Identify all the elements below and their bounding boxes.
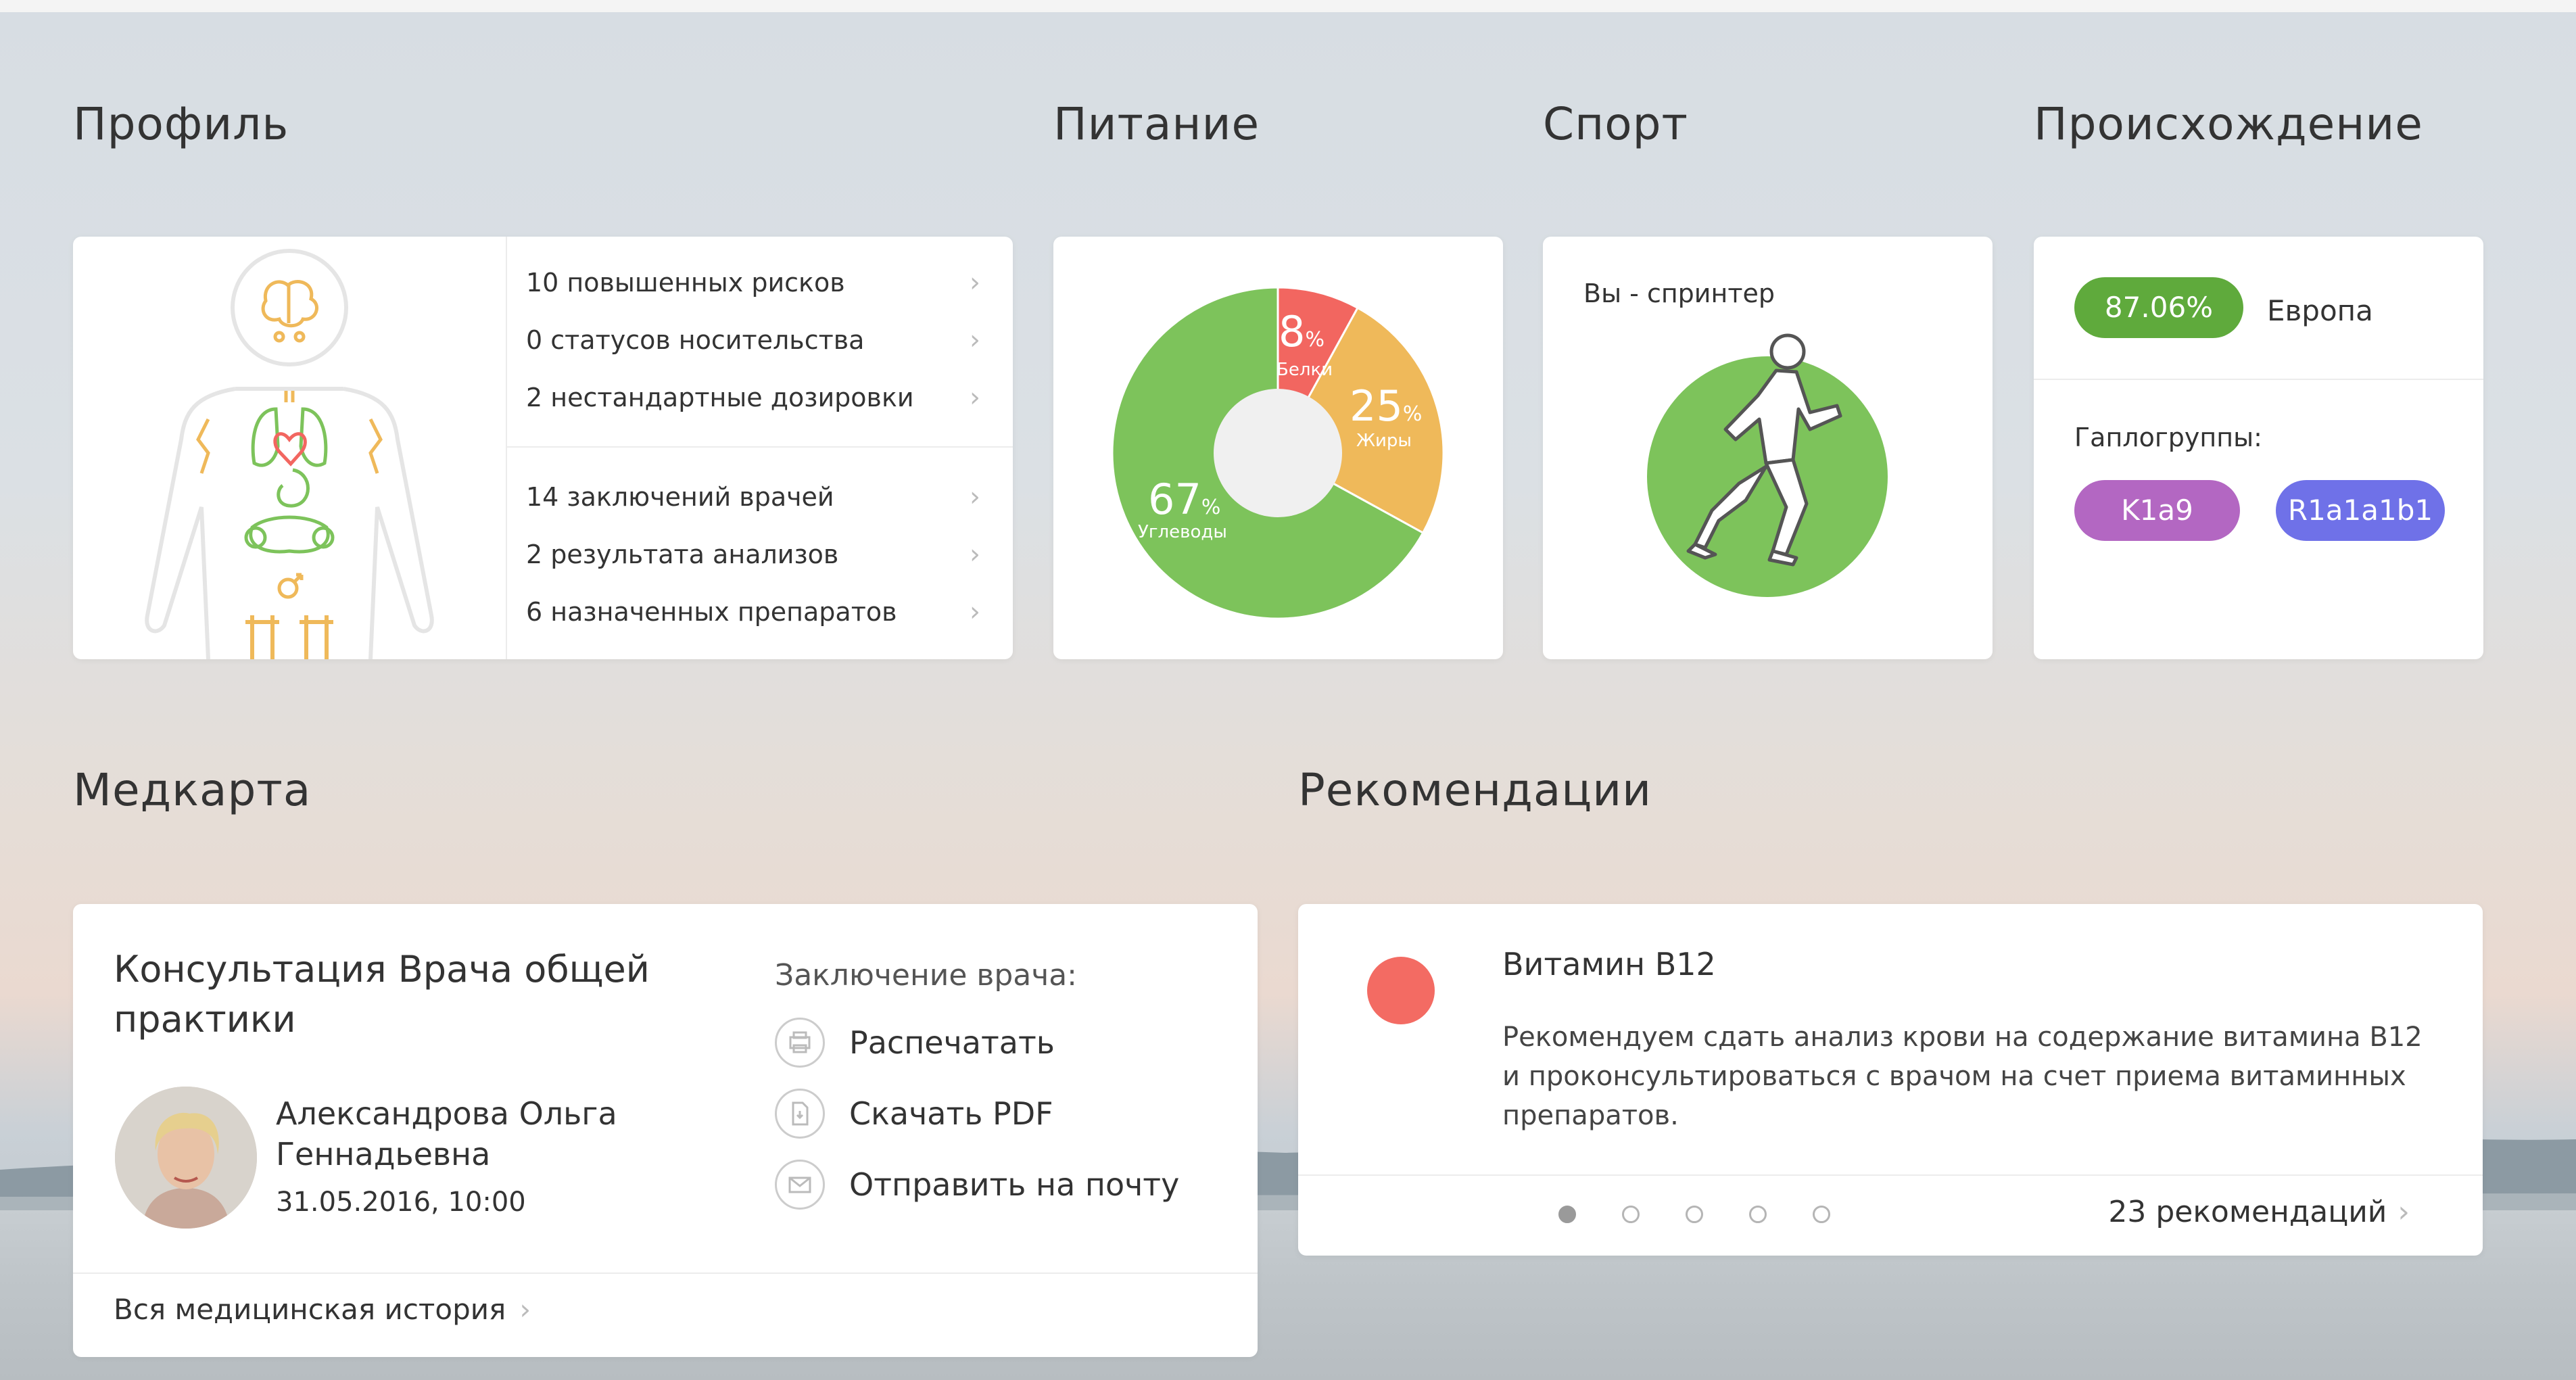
label-proteins: Белки xyxy=(1277,360,1333,380)
male-icon xyxy=(277,573,304,599)
profile-card: 10 повышенных рисков › 0 статусов носите… xyxy=(73,237,1013,659)
section-title-origin: Происхождение xyxy=(2034,98,2423,150)
donut-hole xyxy=(1214,389,1342,517)
recommendations-divider xyxy=(1298,1174,2483,1176)
section-title-nutrition: Питание xyxy=(1053,98,1260,150)
doctor-name: Александрова Ольга Геннадьевна xyxy=(276,1095,617,1172)
chevron-right-icon: › xyxy=(519,1293,531,1326)
chevron-right-icon: › xyxy=(970,325,980,356)
top-strip xyxy=(0,0,2576,12)
pager-dot-5[interactable] xyxy=(1813,1206,1830,1223)
europe-percent-badge[interactable]: 87.06% xyxy=(2074,277,2243,338)
brain-icon xyxy=(261,280,318,343)
sport-card[interactable]: Вы - спринтер xyxy=(1543,237,1993,659)
recommendations-card: Витамин B12 Рекомендуем сдать анализ кро… xyxy=(1298,904,2483,1256)
origin-card: 87.06% Европа Гаплогруппы: K1a9 R1a1a1b1 xyxy=(2034,237,2483,659)
section-title-recommendations: Рекомендации xyxy=(1298,764,1652,816)
consultation-title[interactable]: Консультация Врача общей практики xyxy=(114,945,722,1045)
digestive-icon xyxy=(244,468,335,554)
chevron-right-icon: › xyxy=(2398,1195,2410,1229)
profile-link-doctor-reports[interactable]: 14 заключений врачей › xyxy=(526,477,999,517)
chevron-right-icon: › xyxy=(970,539,980,570)
medcard-card: Консультация Врача общей практики Алекса… xyxy=(73,904,1258,1357)
all-recommendations-link[interactable]: 23 рекомендаций › xyxy=(2108,1195,2410,1229)
medcard-divider xyxy=(73,1272,1258,1274)
section-title-medcard: Медкарта xyxy=(73,764,312,816)
recommendation-title[interactable]: Витамин B12 xyxy=(1502,946,1716,982)
medical-history-label: Вся медицинская история xyxy=(114,1293,506,1326)
recommendation-text: Рекомендуем сдать анализ крови на содерж… xyxy=(1502,1022,2423,1131)
chevron-right-icon: › xyxy=(970,481,980,513)
europe-label: Европа xyxy=(2267,294,2373,327)
profile-link-medications[interactable]: 6 назначенных препаратов › xyxy=(526,592,999,632)
medical-history-link[interactable]: Вся медицинская история › xyxy=(114,1293,531,1326)
nutrition-card[interactable]: 8% Белки 25% Жиры 67% Углеводы xyxy=(1053,237,1503,659)
origin-divider xyxy=(2034,379,2483,380)
label-fats: Жиры xyxy=(1356,431,1412,451)
send-email-label: Отправить на почту xyxy=(849,1166,1180,1203)
printer-icon xyxy=(775,1018,825,1068)
haplogroup-badge-r1a1a1b1[interactable]: R1a1a1b1 xyxy=(2276,480,2445,541)
profile-link-dosage[interactable]: 2 нестандартные дозировки › xyxy=(526,377,999,418)
haplogroups-label: Гаплогруппы: xyxy=(2074,423,2262,452)
profile-link-carrier[interactable]: 0 статусов носительства › xyxy=(526,320,999,360)
label-carbs: Углеводы xyxy=(1138,522,1227,542)
profile-link-label: 10 повышенных рисков xyxy=(526,268,845,298)
section-title-profile: Профиль xyxy=(73,98,289,150)
pager-dot-2[interactable] xyxy=(1622,1206,1640,1223)
section-title-sport: Спорт xyxy=(1543,98,1688,150)
chevron-right-icon: › xyxy=(970,596,980,627)
profile-link-label: 6 назначенных препаратов xyxy=(526,597,897,627)
chevron-right-icon: › xyxy=(970,382,980,413)
body-organs-illustration[interactable] xyxy=(73,237,506,659)
chevron-right-icon: › xyxy=(970,267,980,298)
recommendations-count: 23 рекомендаций xyxy=(2108,1195,2387,1229)
print-button[interactable]: Распечатать xyxy=(775,1012,1214,1073)
profile-divider-vertical xyxy=(506,237,507,659)
send-email-button[interactable]: Отправить на почту xyxy=(775,1154,1214,1215)
profile-link-test-results[interactable]: 2 результата анализов › xyxy=(526,534,999,575)
sprinter-illustration xyxy=(1647,333,1888,597)
profile-link-risks[interactable]: 10 повышенных рисков › xyxy=(526,262,999,303)
profile-divider-horizontal xyxy=(507,446,1013,448)
download-pdf-button[interactable]: Скачать PDF xyxy=(775,1083,1214,1144)
priority-dot xyxy=(1367,957,1435,1024)
profile-link-label: 2 нестандартные дозировки xyxy=(526,383,914,412)
nutrition-donut-chart: 8% Белки 25% Жиры 67% Углеводы xyxy=(1111,286,1445,620)
profile-link-label: 14 заключений врачей xyxy=(526,482,834,512)
pager-dot-3[interactable] xyxy=(1686,1206,1703,1223)
pager-dot-1[interactable] xyxy=(1558,1206,1576,1223)
pager-dot-4[interactable] xyxy=(1749,1206,1767,1223)
consultation-date: 31.05.2016, 10:00 xyxy=(276,1187,526,1218)
profile-link-label: 2 результата анализов xyxy=(526,540,839,569)
conclusion-label: Заключение врача: xyxy=(775,958,1078,993)
pdf-file-icon xyxy=(775,1089,825,1139)
download-pdf-label: Скачать PDF xyxy=(849,1095,1053,1132)
profile-link-label: 0 статусов носительства xyxy=(526,325,865,355)
envelope-icon xyxy=(775,1160,825,1210)
haplogroup-badge-k1a9[interactable]: K1a9 xyxy=(2074,480,2240,541)
print-label: Распечатать xyxy=(849,1024,1055,1061)
doctor-avatar xyxy=(115,1087,257,1229)
